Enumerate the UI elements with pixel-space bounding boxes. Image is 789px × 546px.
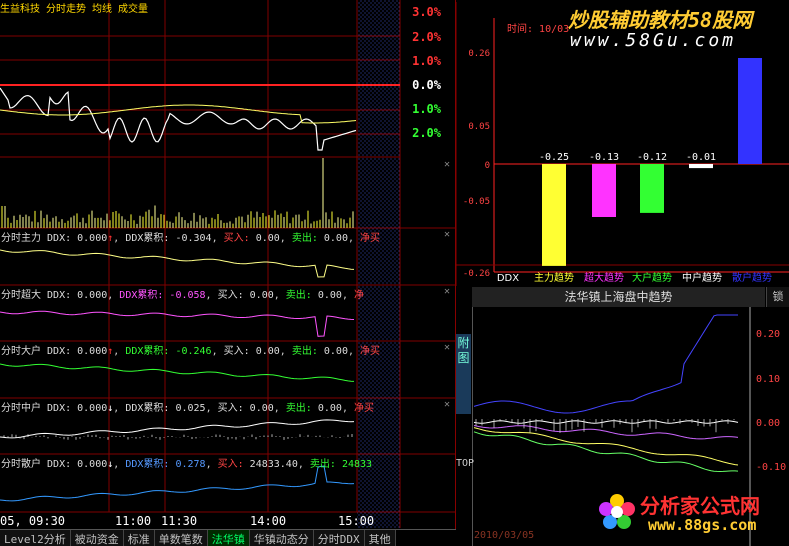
large-line xyxy=(0,363,355,382)
watermark-bottom: 分析家公式网 xyxy=(640,494,760,518)
stock-name: 生益科技 xyxy=(0,4,40,15)
close-icon[interactable]: ✕ xyxy=(444,399,450,410)
time-tick: 14:00 xyxy=(250,514,287,528)
chart-title-bar: 生益科技 分时走势 均线 成交量 xyxy=(0,0,154,15)
trend-y-tick: -0.10 xyxy=(756,462,786,473)
tab-fahuazhen[interactable]: 法华镇 xyxy=(207,530,250,546)
close-icon[interactable]: ✕ xyxy=(444,159,450,170)
trend-bar xyxy=(592,164,616,217)
medium-line xyxy=(0,419,355,439)
mode-label: 分时走势 xyxy=(46,4,86,15)
bar-y-tick: -0.26 xyxy=(463,269,490,279)
close-icon[interactable]: ✕ xyxy=(444,229,450,240)
vol-label: 成交量 xyxy=(118,4,148,15)
bar-value-label: -0.12 xyxy=(637,152,667,163)
panel-header-main: 分时主力 DDX: 0.000↑, DDX累积: -0.304, 买入: 0.0… xyxy=(1,233,381,244)
bar-y-tick: 0.05 xyxy=(468,122,490,132)
tab-standard[interactable]: 标准 xyxy=(123,530,155,546)
tab-intraday-ddx[interactable]: 分时DDX xyxy=(313,530,365,546)
sub-chart-tab[interactable]: 附图 xyxy=(456,334,471,414)
pct-tick: 2.0% xyxy=(412,126,441,140)
after-hours-region xyxy=(357,0,400,528)
panel-header-large: 分时大户 DDX: 0.000↑, DDX累积: -0.246, 买入: 0.0… xyxy=(1,346,381,357)
trend-bar xyxy=(689,164,713,169)
tab-order-count[interactable]: 单数笔数 xyxy=(154,530,208,546)
time-tick: 15:00 xyxy=(338,514,375,528)
lock-button[interactable]: 锁 xyxy=(766,287,789,307)
bar-category-label: DDX xyxy=(497,273,519,284)
ma-label: 均线 xyxy=(92,4,112,15)
watermark-bottom-url: www.88gs.com xyxy=(648,516,757,534)
bar-category-label: 超大趋势 xyxy=(584,271,624,284)
bar-value-label: -0.25 xyxy=(539,152,569,163)
indicator-tabs: Level2分析 被动资金 标准 单数笔数 法华镇 华镇动态分 分时DDX 其他 xyxy=(0,529,456,546)
bar-category-label: 中户趋势 xyxy=(682,271,722,284)
retail-line xyxy=(0,465,355,502)
watermark-top-url: www.58Gu.com xyxy=(570,30,737,51)
trend-title: 法华镇上海盘中趋势 xyxy=(472,287,765,307)
tab-other[interactable]: 其他 xyxy=(364,530,396,546)
time-tick: 11:30 xyxy=(161,514,198,528)
trend-bar xyxy=(738,58,762,164)
top-tab[interactable]: TOP xyxy=(456,458,474,508)
bar-y-tick: -0.05 xyxy=(463,197,490,207)
watermark-top: 炒股辅助教材58股网 xyxy=(568,8,753,32)
pct-tick: 2.0% xyxy=(412,30,441,44)
time-tick: 11:00 xyxy=(115,514,152,528)
trend-y-tick: 0.00 xyxy=(756,418,780,429)
intraday-chart-area[interactable]: 生益科技 分时走势 均线 成交量 3.0% 2.0% 1.0% 0.0% 1.0% 2… xyxy=(0,0,456,530)
bar-y-tick: 0 xyxy=(485,161,490,171)
trend-bar xyxy=(640,164,664,213)
trend-date: 2010/03/05 xyxy=(474,530,535,541)
bar-category-label: 散户趋势 xyxy=(732,271,772,284)
bar-value-label: -0.13 xyxy=(589,152,619,163)
tab-fahuazhen-dynamic[interactable]: 华镇动态分 xyxy=(249,530,314,546)
panel-header-superlarge: 分时超大 DDX: 0.000, DDX累积: -0.058, 买入: 0.00… xyxy=(1,290,364,301)
main-force-line xyxy=(0,249,355,278)
trend-y-tick: 0.10 xyxy=(756,374,780,385)
close-icon[interactable]: ✕ xyxy=(444,286,450,297)
tab-level2[interactable]: Level2分析 xyxy=(0,530,71,546)
panel-header-retail: 分时散户 DDX: 0.000↓, DDX累积: 0.278, 买入: 2483… xyxy=(1,459,373,470)
bar-y-tick: 0.26 xyxy=(468,49,490,59)
pct-tick: 1.0% xyxy=(412,54,441,68)
trend-y-tick: 0.20 xyxy=(756,329,780,340)
time-label: 时间: 10/03 xyxy=(507,24,570,35)
panel-header-medium: 分时中户 DDX: 0.000↓, DDX累积: 0.025, 买入: 0.00… xyxy=(1,403,375,414)
time-tick: 05, 09:30 xyxy=(0,514,66,528)
bar-value-label: -0.01 xyxy=(686,152,716,163)
bar-category-label: 大户趋势 xyxy=(632,271,672,284)
pct-tick: 3.0% xyxy=(412,5,441,19)
pct-tick: 1.0% xyxy=(412,102,441,116)
trend-bar xyxy=(542,164,566,266)
superlarge-line xyxy=(0,310,355,337)
price-line xyxy=(0,87,357,151)
close-icon[interactable]: ✕ xyxy=(444,342,450,353)
intraday-chart-canvas[interactable] xyxy=(0,0,456,530)
flower-logo-icon xyxy=(597,492,637,532)
tab-passive-capital[interactable]: 被动资金 xyxy=(70,530,124,546)
pct-tick: 0.0% xyxy=(412,78,441,92)
bar-category-label: 主力趋势 xyxy=(534,271,574,284)
